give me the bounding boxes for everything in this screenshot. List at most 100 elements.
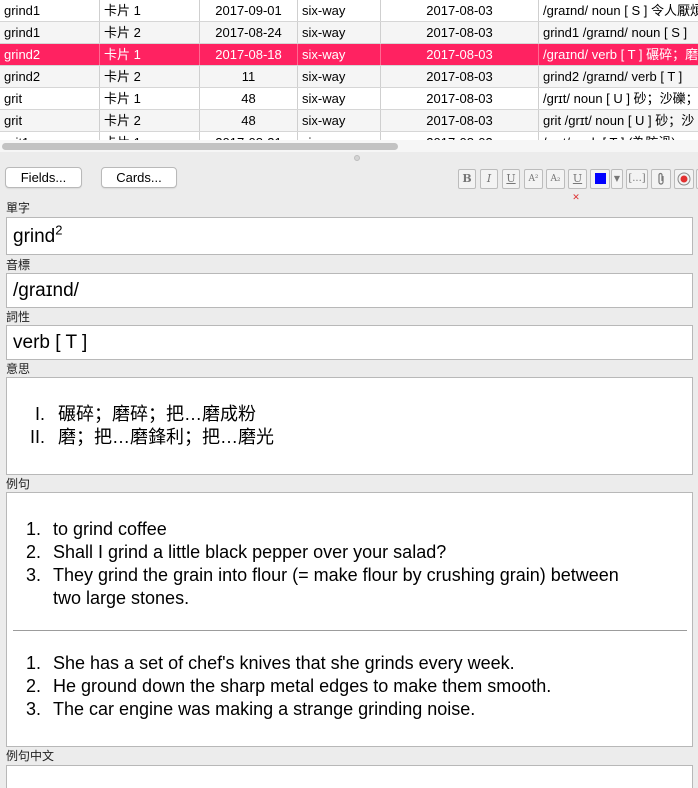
pos-field[interactable]: verb [ T ] — [6, 325, 693, 360]
list-item: 3. They grind the grain into flour (= mak… — [13, 564, 692, 587]
created-cell: 2017-08-03 — [381, 0, 539, 21]
paperclip-icon — [658, 172, 664, 185]
list-item: I. 碾碎；磨碎；把…磨成粉 — [13, 403, 673, 426]
cards-button[interactable]: Cards... — [101, 167, 177, 188]
text-color-button[interactable] — [590, 169, 610, 189]
deck-cell: six-way — [298, 44, 381, 65]
field-label-meaning: 意思 — [6, 362, 31, 376]
list-text: She has a set of chef's knives that she … — [53, 653, 515, 673]
list-text: Shall I grind a little black pepper over… — [53, 542, 447, 562]
due-cell: 48 — [200, 88, 298, 109]
due-cell: 11 — [200, 66, 298, 87]
word-value: grind — [13, 226, 56, 247]
field-label-examples: 例句 — [6, 477, 31, 491]
card-cell: 卡片 1 — [100, 0, 200, 21]
answer-cell: grit /grɪt/ noun [ U ] 砂；沙 — [539, 110, 698, 131]
underline-button[interactable]: U — [502, 169, 520, 189]
attach-button[interactable] — [651, 169, 671, 189]
table-row[interactable]: grit1 卡片 1 2017-08-21 six-way 2017-08-03… — [0, 132, 698, 140]
meaning-list: I. 碾碎；磨碎；把…磨成粉 II. 磨；把…磨鋒利；把…磨光 — [13, 403, 673, 449]
field-label-word: 單字 — [6, 201, 31, 215]
chevron-down-icon: ▼ — [613, 174, 621, 183]
due-cell: 2017-08-21 — [200, 132, 298, 140]
table-row-selected[interactable]: grind2 卡片 1 2017-08-18 six-way 2017-08-0… — [0, 44, 698, 66]
deck-cell: six-way — [298, 22, 381, 43]
word-superscript: 2 — [55, 222, 63, 238]
list-number: 2. — [25, 676, 41, 696]
examples-zh-field[interactable] — [6, 765, 693, 788]
list-number: 1. — [25, 653, 41, 673]
record-button[interactable] — [674, 169, 694, 189]
list-number: 2. — [25, 542, 41, 562]
list-number: 1. — [25, 519, 41, 539]
cloze-button[interactable]: [...] — [626, 169, 648, 189]
deck-cell: six-way — [298, 132, 381, 140]
table-row[interactable]: grit 卡片 2 48 six-way 2017-08-03 grit /gr… — [0, 110, 698, 132]
list-number: II. — [29, 427, 45, 447]
card-cell: 卡片 2 — [100, 66, 200, 87]
sort-field-cell: grind1 — [0, 22, 100, 43]
pane-splitter[interactable] — [0, 152, 698, 164]
created-cell: 2017-08-03 — [381, 66, 539, 87]
phonetic-value: /graɪnd/ — [13, 280, 79, 301]
color-dropdown-button[interactable]: ▼ — [611, 169, 623, 189]
table-row[interactable]: grind1 卡片 2 2017-08-24 six-way 2017-08-0… — [0, 22, 698, 44]
list-item: 2. He ground down the sharp metal edges t… — [13, 675, 692, 698]
splitter-handle[interactable] — [354, 155, 360, 161]
pos-value: verb [ T ] — [13, 332, 88, 353]
deck-cell: six-way — [298, 88, 381, 109]
divider — [13, 630, 687, 631]
card-cell: 卡片 1 — [100, 132, 200, 140]
scrollbar-thumb[interactable] — [2, 143, 398, 150]
examples-field[interactable]: 1. to grind coffee 2. Shall I grind a litt… — [6, 492, 693, 747]
superscript-button[interactable]: A² — [524, 169, 543, 189]
list-item: 1. She has a set of chef's knives that sh… — [13, 652, 692, 675]
clear-format-button[interactable]: U ✕ — [568, 169, 587, 203]
horizontal-scrollbar[interactable] — [0, 140, 698, 152]
meaning-field[interactable]: I. 碾碎；磨碎；把…磨成粉 II. 磨；把…磨鋒利；把…磨光 — [6, 377, 693, 475]
word-field[interactable]: grind2 — [6, 217, 693, 255]
table-row[interactable]: grind1 卡片 1 2017-09-01 six-way 2017-08-0… — [0, 0, 698, 22]
phonetic-field[interactable]: /graɪnd/ — [6, 273, 693, 308]
list-text: He ground down the sharp metal edges to … — [53, 676, 552, 696]
eraser-icon: ✕ — [572, 193, 580, 203]
fields-button[interactable]: Fields... — [5, 167, 82, 188]
list-text: 碾碎；磨碎；把…磨成粉 — [58, 404, 256, 424]
answer-cell: /graɪnd/ noun [ S ] 令人厭煩 — [539, 0, 698, 21]
card-cell: 卡片 1 — [100, 88, 200, 109]
list-number: I. — [34, 404, 45, 424]
due-cell: 2017-08-18 — [200, 44, 298, 65]
created-cell: 2017-08-03 — [381, 110, 539, 131]
bold-button[interactable]: B — [458, 169, 476, 189]
due-cell: 2017-09-01 — [200, 0, 298, 21]
sort-field-cell: grind2 — [0, 44, 100, 65]
list-item-continuation: two large stones. — [13, 587, 692, 610]
list-item: II. 磨；把…磨鋒利；把…磨光 — [13, 426, 673, 449]
card-list-table: grind1 卡片 1 2017-09-01 six-way 2017-08-0… — [0, 0, 698, 140]
card-cell: 卡片 2 — [100, 22, 200, 43]
answer-cell: grind2 /graɪnd/ verb [ T ] — [539, 66, 698, 87]
answer-cell: /grɪt/ verb [ T ] (為防滑) — [539, 132, 698, 140]
examples-list-1: 1. to grind coffee 2. Shall I grind a litt… — [13, 518, 692, 610]
card-cell: 卡片 2 — [100, 110, 200, 131]
sort-field-cell: grit1 — [0, 132, 100, 140]
card-cell: 卡片 1 — [100, 44, 200, 65]
answer-cell: /grɪt/ noun [ U ] 砂；沙礫； — [539, 88, 698, 109]
deck-cell: six-way — [298, 110, 381, 131]
table-row[interactable]: grit 卡片 1 48 six-way 2017-08-03 /grɪt/ n… — [0, 88, 698, 110]
field-label-phonetic: 音標 — [6, 258, 31, 272]
list-text: to grind coffee — [53, 519, 167, 539]
sort-field-cell: grind1 — [0, 0, 100, 21]
table-row[interactable]: grind2 卡片 2 11 six-way 2017-08-03 grind2… — [0, 66, 698, 88]
field-label-examples-zh: 例句中文 — [6, 749, 55, 763]
answer-cell: /graɪnd/ verb [ T ] 碾碎；磨 — [539, 44, 698, 65]
subscript-button[interactable]: A₂ — [546, 169, 565, 189]
list-item: 1. to grind coffee — [13, 518, 692, 541]
italic-button[interactable]: I — [480, 169, 498, 189]
record-icon — [677, 172, 691, 186]
sort-field-cell: grind2 — [0, 66, 100, 87]
field-label-pos: 詞性 — [6, 310, 31, 324]
sort-field-cell: grit — [0, 88, 100, 109]
deck-cell: six-way — [298, 0, 381, 21]
created-cell: 2017-08-03 — [381, 88, 539, 109]
